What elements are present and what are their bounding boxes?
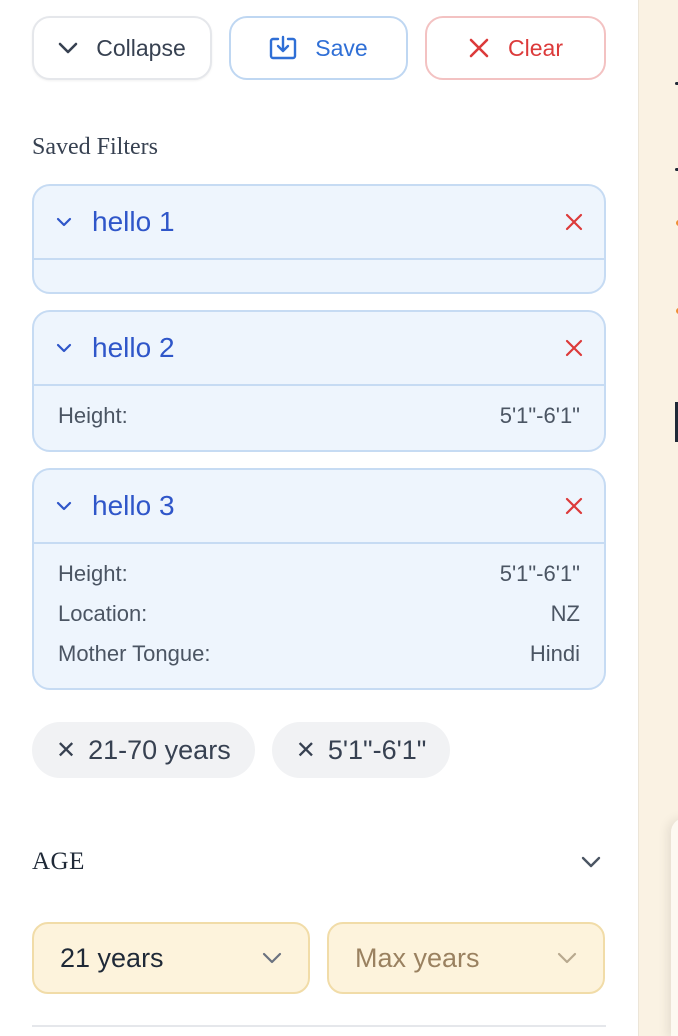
saved-filter-details: Height: 5'1"-6'1" Location: NZ Mother To… — [34, 544, 604, 680]
saved-filter-header[interactable]: hello 2 — [34, 312, 604, 386]
chip-label: 5'1"-6'1" — [327, 734, 427, 765]
saved-filter-name: hello 3 — [92, 490, 175, 521]
chip-label: 21-70 years — [88, 734, 231, 765]
collapse-label: Collapse — [96, 34, 186, 61]
saved-filter-name: hello 2 — [92, 332, 175, 363]
age-title: AGE — [32, 848, 85, 875]
clear-label: Clear — [508, 34, 563, 61]
chevron-down-icon — [58, 42, 78, 54]
delete-filter-icon[interactable] — [564, 338, 584, 358]
detail-value: NZ — [550, 601, 580, 626]
detail-label: Height: — [58, 403, 128, 428]
filter-chip[interactable]: ✕ 21-70 years — [32, 722, 255, 778]
filter-toolbar: Collapse Save Clear — [32, 16, 606, 80]
detail-value: Hindi — [529, 641, 580, 666]
delete-filter-icon[interactable] — [564, 212, 584, 232]
chevron-down-icon — [56, 343, 72, 353]
detail-value: 5'1"-6'1" — [499, 561, 580, 586]
filter-detail-row: Height: 5'1"-6'1" — [58, 554, 580, 594]
min-age-value: 21 years — [60, 942, 164, 973]
max-age-select[interactable]: Max years — [327, 922, 605, 994]
saved-filter-card: hello 1 — [32, 184, 606, 294]
collapse-button[interactable]: Collapse — [32, 16, 212, 80]
filter-chip[interactable]: ✕ 5'1"-6'1" — [271, 722, 451, 778]
remove-chip-icon[interactable]: ✕ — [296, 736, 316, 765]
detail-label: Height: — [58, 561, 128, 586]
section-divider — [32, 1025, 606, 1027]
clear-button[interactable]: Clear — [425, 16, 606, 80]
filter-detail-row: Height: 5'1"-6'1" — [58, 396, 580, 436]
age-section-header[interactable]: AGE — [32, 840, 606, 884]
save-button[interactable]: Save — [229, 16, 408, 80]
saved-filter-name: hello 1 — [92, 206, 175, 237]
max-age-placeholder: Max years — [355, 942, 480, 973]
saved-filter-card: hello 2 Height: 5'1"-6'1" — [32, 310, 606, 452]
saved-filter-header[interactable]: hello 3 — [34, 470, 604, 544]
detail-label: Mother Tongue: — [58, 641, 211, 666]
saved-filter-card: hello 3 Height: 5'1"-6'1" Location: NZ M… — [32, 468, 606, 690]
saved-filter-header[interactable]: hello 1 — [34, 186, 604, 260]
filter-detail-row: Mother Tongue: Hindi — [58, 634, 580, 674]
save-label: Save — [315, 34, 368, 61]
chevron-down-icon — [56, 217, 72, 227]
remove-chip-icon[interactable]: ✕ — [56, 736, 76, 765]
chevron-down-icon — [557, 952, 577, 964]
close-icon — [469, 38, 489, 58]
saved-filter-details: Height: 5'1"-6'1" — [34, 386, 604, 442]
detail-label: Location: — [58, 601, 148, 626]
detail-value: 5'1"-6'1" — [499, 403, 580, 428]
chevron-down-icon — [581, 856, 601, 868]
save-download-icon — [270, 35, 297, 60]
content-card-edge — [671, 818, 678, 1036]
active-filter-chips: ✕ 21-70 years ✕ 5'1"-6'1" — [32, 722, 451, 778]
saved-filters-title: Saved Filters — [32, 134, 158, 160]
chevron-down-icon — [56, 501, 72, 511]
min-age-select[interactable]: 21 years — [32, 922, 310, 994]
age-range-selects: 21 years Max years — [32, 922, 605, 994]
filter-detail-row: Location: NZ — [58, 594, 580, 634]
main-content-panel-edge — [638, 0, 678, 1036]
delete-filter-icon[interactable] — [564, 496, 584, 516]
chevron-down-icon — [262, 952, 282, 964]
